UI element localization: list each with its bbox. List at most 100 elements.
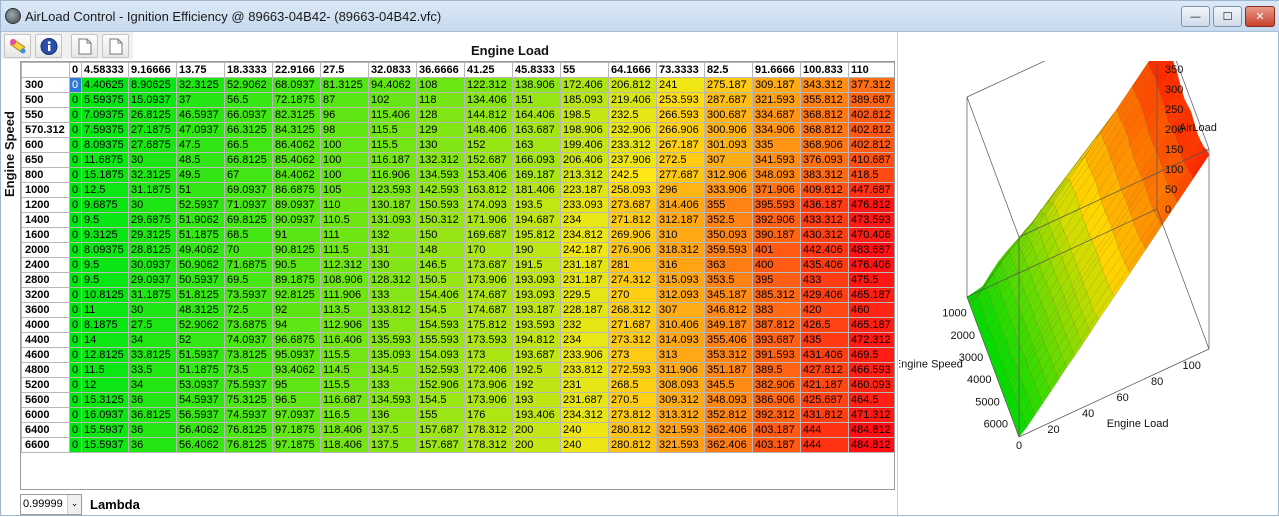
table-cell[interactable]: 74.5937 [224, 407, 273, 423]
table-cell[interactable]: 130.187 [368, 197, 417, 213]
table-cell[interactable]: 231.187 [560, 272, 609, 288]
table-cell[interactable]: 234 [560, 212, 609, 228]
table-cell[interactable]: 164.406 [512, 107, 561, 123]
table-cell[interactable]: 392.906 [752, 212, 801, 228]
table-cell[interactable]: 275.187 [704, 77, 753, 93]
table-cell[interactable]: 466.593 [848, 362, 894, 378]
table-cell[interactable]: 137.5 [368, 422, 417, 438]
table-cell[interactable]: 383 [752, 302, 801, 318]
table-cell[interactable]: 28.8125 [128, 242, 177, 258]
table-cell[interactable]: 233.093 [560, 197, 609, 213]
table-cell[interactable]: 152.906 [416, 377, 465, 393]
table-cell[interactable]: 133.812 [368, 302, 417, 318]
table-cell[interactable]: 173 [464, 347, 513, 363]
table-cell[interactable]: 131 [368, 242, 417, 258]
column-header[interactable]: 22.9166 [272, 62, 321, 78]
table-cell[interactable]: 110.5 [320, 212, 369, 228]
table-cell[interactable]: 84.4062 [272, 167, 321, 183]
table-cell[interactable]: 82.3125 [272, 107, 321, 123]
table-cell[interactable]: 191.5 [512, 257, 561, 273]
table-cell[interactable]: 46.5937 [176, 107, 225, 123]
table-cell[interactable]: 98 [320, 122, 369, 138]
table-cell[interactable]: 171.906 [464, 212, 513, 228]
table-cell[interactable]: 0 [69, 242, 82, 258]
table-cell[interactable]: 200 [512, 422, 561, 438]
table-cell[interactable]: 234.312 [560, 407, 609, 423]
column-header[interactable]: 73.3333 [656, 62, 705, 78]
table-cell[interactable]: 157.687 [416, 437, 465, 453]
table-cell[interactable]: 431.406 [800, 347, 849, 363]
row-header[interactable]: 5200 [21, 377, 70, 393]
table-cell[interactable]: 29.6875 [128, 212, 177, 228]
table-cell[interactable]: 7.59375 [81, 122, 129, 138]
table-cell[interactable]: 200 [512, 437, 561, 453]
table-cell[interactable]: 192 [512, 377, 561, 393]
table-cell[interactable]: 352.5 [704, 212, 753, 228]
table-cell[interactable]: 395 [752, 272, 801, 288]
table-cell[interactable]: 134.406 [464, 92, 513, 108]
table-cell[interactable]: 51.9062 [176, 212, 225, 228]
table-cell[interactable]: 81.3125 [320, 77, 369, 93]
table-cell[interactable]: 14 [81, 332, 129, 348]
table-cell[interactable]: 333.906 [704, 182, 753, 198]
table-cell[interactable]: 152.687 [464, 152, 513, 168]
table-cell[interactable]: 154.093 [416, 347, 465, 363]
table-cell[interactable]: 390.187 [752, 227, 801, 243]
table-cell[interactable]: 433 [800, 272, 849, 288]
table-cell[interactable]: 169.687 [464, 227, 513, 243]
row-header[interactable]: 1000 [21, 182, 70, 198]
table-cell[interactable]: 27.1875 [128, 122, 177, 138]
table-cell[interactable]: 154.406 [416, 287, 465, 303]
table-cell[interactable]: 341.593 [752, 152, 801, 168]
table-cell[interactable]: 116.687 [320, 392, 369, 408]
table-cell[interactable]: 123.593 [368, 182, 417, 198]
table-cell[interactable]: 0 [69, 92, 82, 108]
table-cell[interactable]: 240 [560, 422, 609, 438]
table-cell[interactable]: 395.593 [752, 197, 801, 213]
table-cell[interactable]: 0 [69, 332, 82, 348]
table-cell[interactable]: 102 [368, 92, 417, 108]
table-cell[interactable]: 172.406 [560, 77, 609, 93]
table-cell[interactable]: 429.406 [800, 287, 849, 303]
table-cell[interactable]: 0 [69, 182, 82, 198]
table-cell[interactable]: 72.1875 [272, 92, 321, 108]
table-cell[interactable]: 433.312 [800, 212, 849, 228]
column-header[interactable]: 82.5 [704, 62, 753, 78]
row-header[interactable]: 4800 [21, 362, 70, 378]
table-cell[interactable]: 435 [800, 332, 849, 348]
table-cell[interactable]: 50.5937 [176, 272, 225, 288]
table-cell[interactable]: 316 [656, 257, 705, 273]
table-cell[interactable]: 0 [69, 257, 82, 273]
table-cell[interactable]: 427.812 [800, 362, 849, 378]
table-cell[interactable]: 178.312 [464, 422, 513, 438]
table-cell[interactable]: 11.5 [81, 362, 129, 378]
table-cell[interactable]: 382.906 [752, 377, 801, 393]
table-cell[interactable]: 87 [320, 92, 369, 108]
table-cell[interactable]: 178.312 [464, 437, 513, 453]
table-cell[interactable]: 30 [128, 197, 177, 213]
table-cell[interactable]: 29.0937 [128, 272, 177, 288]
table-cell[interactable]: 362.406 [704, 437, 753, 453]
table-cell[interactable]: 400 [752, 257, 801, 273]
table-cell[interactable]: 132 [368, 227, 417, 243]
table-cell[interactable]: 12.8125 [81, 347, 129, 363]
table-cell[interactable]: 116.187 [368, 152, 417, 168]
maximize-button[interactable]: ☐ [1213, 6, 1242, 27]
table-cell[interactable]: 36 [128, 422, 177, 438]
table-cell[interactable]: 0 [69, 287, 82, 303]
table-cell[interactable]: 232.5 [608, 107, 657, 123]
row-header[interactable]: 1400 [21, 212, 70, 228]
table-cell[interactable]: 385.312 [752, 287, 801, 303]
table-cell[interactable]: 267.187 [656, 137, 705, 153]
table-cell[interactable]: 345.5 [704, 377, 753, 393]
table-cell[interactable]: 166.093 [512, 152, 561, 168]
row-header[interactable]: 4000 [21, 317, 70, 333]
table-cell[interactable]: 193.093 [512, 287, 561, 303]
table-cell[interactable]: 315.093 [656, 272, 705, 288]
table-cell[interactable]: 444 [800, 437, 849, 453]
table-cell[interactable]: 383.312 [800, 167, 849, 183]
table-cell[interactable]: 274.312 [608, 272, 657, 288]
table-cell[interactable]: 368.812 [800, 107, 849, 123]
table-cell[interactable]: 52 [176, 332, 225, 348]
table-cell[interactable]: 72.5 [224, 302, 273, 318]
